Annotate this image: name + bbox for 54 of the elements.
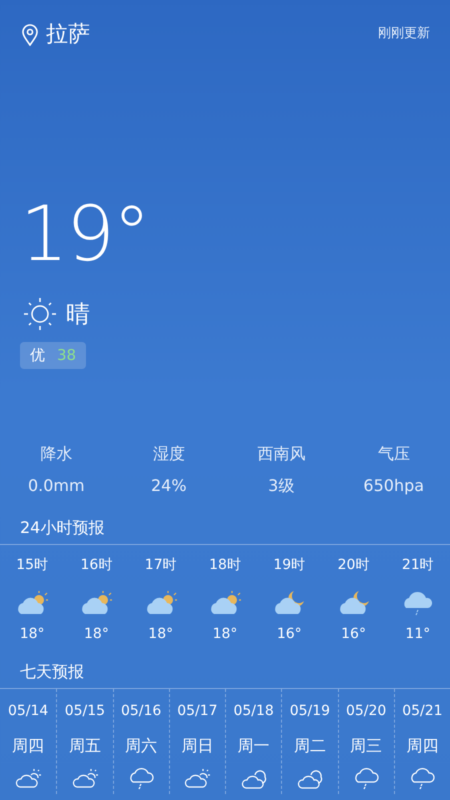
hour-label: 19时 [273, 556, 306, 574]
hour-temperature: 18° [20, 624, 45, 644]
air-quality-label: 优 [30, 345, 45, 366]
day-date: 05/17 [177, 702, 218, 720]
rain-cloud-icon [353, 766, 380, 790]
hour-label: 16时 [80, 556, 112, 574]
day-date: 05/20 [346, 702, 386, 720]
hour-temperature: 18° [212, 624, 238, 644]
day-date: 05/16 [120, 702, 162, 720]
stat-value: 0.0mm [26, 474, 86, 496]
rain-cloud-icon [409, 766, 436, 790]
day-date: 05/14 [8, 702, 48, 720]
day-weekday: 周四 [12, 734, 44, 756]
stat-value: 650hpa [362, 474, 426, 496]
rain-cloud-icon [128, 766, 154, 790]
hour-temperature: 11° [405, 624, 430, 644]
stat-value: 3级 [267, 474, 296, 496]
day-weekday: 周五 [68, 734, 101, 756]
current-temperature: 19° [20, 196, 150, 272]
hour-label: 18时 [209, 556, 241, 574]
hour-temperature: 18° [84, 624, 109, 644]
day-date: 05/19 [290, 702, 330, 720]
day-weekday: 周一 [238, 734, 270, 756]
stat-label: 气压 [376, 442, 411, 464]
stat-label: 湿度 [152, 442, 186, 464]
air-quality-value: 38 [57, 345, 76, 366]
weather-condition: 晴 [66, 299, 90, 330]
hour-label: 17时 [144, 556, 177, 574]
day-weekday: 周三 [350, 734, 382, 756]
section-title: 24小时预报 [19, 516, 106, 538]
cloud-sun-icon [72, 767, 98, 790]
cloud-sun-icon [15, 767, 42, 790]
hour-label: 20时 [338, 556, 370, 574]
day-weekday: 周日 [181, 734, 214, 756]
location-pin-icon [22, 24, 38, 46]
day-date: 05/18 [233, 702, 274, 720]
day-weekday: 周六 [125, 734, 158, 756]
section-title: 七天预报 [19, 660, 85, 682]
stat-value: 24% [150, 474, 188, 496]
stat-label: 降水 [39, 442, 74, 464]
stat-label: 西南风 [256, 442, 306, 464]
update-status: 刚刚更新 [378, 25, 430, 43]
day-date: 05/21 [402, 702, 443, 720]
hour-label: 21时 [402, 556, 434, 574]
cloud-sun-icon [184, 767, 210, 790]
hour-temperature: 16° [276, 624, 302, 644]
hour-label: 15时 [16, 556, 48, 574]
city-name: 拉萨 [46, 21, 90, 49]
day-date: 05/15 [64, 702, 106, 720]
day-weekday: 周二 [294, 734, 326, 756]
sun-icon [22, 296, 58, 332]
hour-temperature: 16° [341, 624, 366, 644]
day-weekday: 周四 [406, 734, 438, 756]
hour-temperature: 18° [148, 624, 174, 644]
